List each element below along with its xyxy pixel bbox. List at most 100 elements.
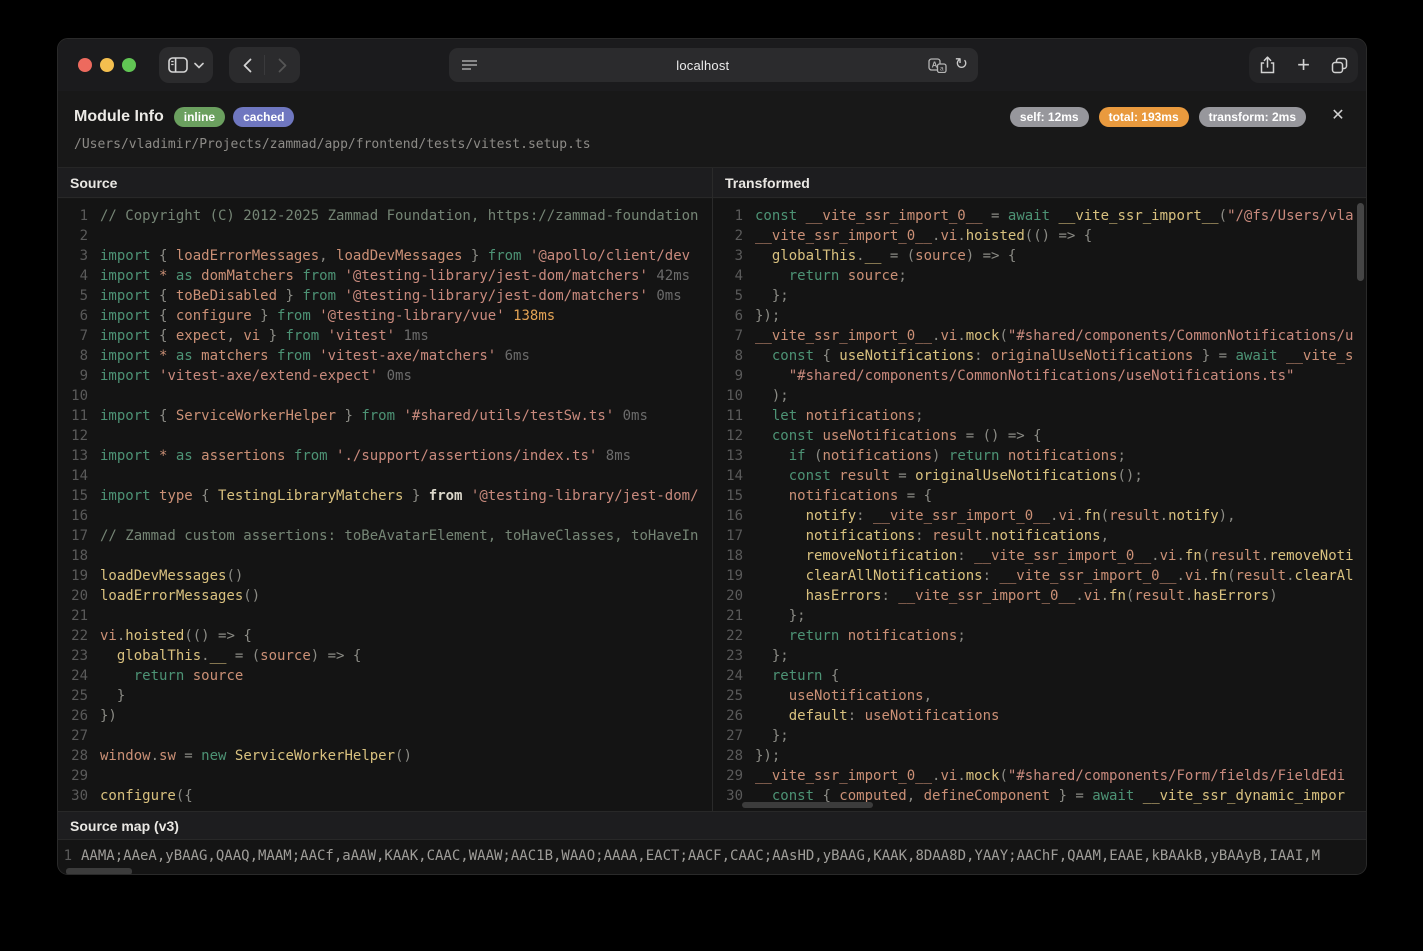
transformed-panel-title: Transformed xyxy=(713,168,1366,198)
sourcemap-mappings: AAMA;AAeA,yBAAG,QAAQ,MAAM;AACf,aAAW,KAAK… xyxy=(81,846,1320,866)
code-panels: Source 1// Copyright (C) 2012-2025 Zamma… xyxy=(58,168,1366,811)
code-line: 8 const { useNotifications: originalUseN… xyxy=(713,346,1366,366)
url-text[interactable]: localhost xyxy=(478,58,928,73)
sourcemap-horizontal-scrollbar[interactable] xyxy=(66,868,132,875)
code-line: 6}); xyxy=(713,306,1366,326)
code-line: 20loadErrorMessages() xyxy=(58,586,712,606)
tabs-overview-button[interactable] xyxy=(1322,57,1358,74)
code-line: 10 ); xyxy=(713,386,1366,406)
transformed-panel: Transformed 1const __vite_ssr_import_0__… xyxy=(712,168,1366,811)
code-line: 17 notifications: result.notifications, xyxy=(713,526,1366,546)
code-line: 19loadDevMessages() xyxy=(58,566,712,586)
transformed-horizontal-scrollbar[interactable] xyxy=(742,802,873,808)
sourcemap-section: Source map (v3) 1 AAMA;AAeA,yBAAG,QAAQ,M… xyxy=(58,811,1366,875)
module-info-header: Module Info inline cached /Users/vladimir… xyxy=(58,91,1366,168)
code-line: 27 }; xyxy=(713,726,1366,746)
code-line: 11 let notifications; xyxy=(713,406,1366,426)
code-line: 15import type { TestingLibraryMatchers }… xyxy=(58,486,712,506)
timing-badge-2: transform: 2ms xyxy=(1199,107,1306,127)
toolbar-right-group: + xyxy=(1249,47,1358,83)
page-title: Module Info xyxy=(74,108,164,126)
timing-badge-1: total: 193ms xyxy=(1099,107,1189,127)
code-line: 9 "#shared/components/CommonNotification… xyxy=(713,366,1366,386)
code-line: 14 const result = originalUseNotificatio… xyxy=(713,466,1366,486)
code-line: 21 }; xyxy=(713,606,1366,626)
code-line: 1const __vite_ssr_import_0__ = await __v… xyxy=(713,206,1366,226)
code-line: 16 xyxy=(58,506,712,526)
code-line: 7import { expect, vi } from 'vitest' 1ms xyxy=(58,326,712,346)
code-line: 28}); xyxy=(713,746,1366,766)
sourcemap-line: 1 AAMA;AAeA,yBAAG,QAAQ,MAAM;AACf,aAAW,KA… xyxy=(58,846,1366,866)
sidebar-toggle-button[interactable] xyxy=(159,47,213,83)
code-line: 23 }; xyxy=(713,646,1366,666)
code-line: 22vi.hoisted(() => { xyxy=(58,626,712,646)
sidebar-icon xyxy=(168,57,188,73)
code-line: 20 hasErrors: __vite_ssr_import_0__.vi.f… xyxy=(713,586,1366,606)
code-line: 12 const useNotifications = () => { xyxy=(713,426,1366,446)
code-line: 26 default: useNotifications xyxy=(713,706,1366,726)
code-line: 11import { ServiceWorkerHelper } from '#… xyxy=(58,406,712,426)
sourcemap-line-number: 1 xyxy=(58,846,72,866)
source-panel-title: Source xyxy=(58,168,712,198)
forward-button[interactable] xyxy=(265,58,299,73)
code-line: 3import { loadErrorMessages, loadDevMess… xyxy=(58,246,712,266)
code-line: 2__vite_ssr_import_0__.vi.hoisted(() => … xyxy=(713,226,1366,246)
code-line: 29__vite_ssr_import_0__.vi.mock("#shared… xyxy=(713,766,1366,786)
code-line: 16 notify: __vite_ssr_import_0__.vi.fn(r… xyxy=(713,506,1366,526)
window-zoom-button[interactable] xyxy=(122,58,136,72)
source-panel: Source 1// Copyright (C) 2012-2025 Zamma… xyxy=(58,168,712,811)
code-line: 28window.sw = new ServiceWorkerHelper() xyxy=(58,746,712,766)
history-nav-group xyxy=(229,47,300,83)
code-line: 22 return notifications; xyxy=(713,626,1366,646)
module-badge-0: inline xyxy=(174,107,225,127)
code-line: 5import { toBeDisabled } from '@testing-… xyxy=(58,286,712,306)
timing-badges: self: 12ms total: 193ms transform: 2ms xyxy=(1010,107,1306,127)
code-line: 4import * as domMatchers from '@testing-… xyxy=(58,266,712,286)
code-line: 18 removeNotification: __vite_ssr_import… xyxy=(713,546,1366,566)
svg-text:A: A xyxy=(931,60,937,69)
browser-toolbar: localhost A a ↻ + xyxy=(58,39,1366,91)
code-line: 4 return source; xyxy=(713,266,1366,286)
window-minimize-button[interactable] xyxy=(100,58,114,72)
code-line: 24 return { xyxy=(713,666,1366,686)
code-line: 23 globalThis.__ = (source) => { xyxy=(58,646,712,666)
source-code-area[interactable]: 1// Copyright (C) 2012-2025 Zammad Found… xyxy=(58,199,712,811)
code-line: 13import * as assertions from './support… xyxy=(58,446,712,466)
code-line: 8import * as matchers from 'vitest-axe/m… xyxy=(58,346,712,366)
transformed-code-area[interactable]: 1const __vite_ssr_import_0__ = await __v… xyxy=(713,199,1366,811)
code-line: 19 clearAllNotifications: __vite_ssr_imp… xyxy=(713,566,1366,586)
close-panel-button[interactable]: ✕ xyxy=(1324,101,1352,129)
translate-icon[interactable]: A a xyxy=(928,58,947,73)
window-close-button[interactable] xyxy=(78,58,92,72)
transformed-vertical-scrollbar[interactable] xyxy=(1357,203,1364,281)
code-line: 1// Copyright (C) 2012-2025 Zammad Found… xyxy=(58,206,712,226)
code-line: 25 useNotifications, xyxy=(713,686,1366,706)
code-line: 30configure({ xyxy=(58,786,712,806)
code-line: 5 }; xyxy=(713,286,1366,306)
new-tab-button[interactable]: + xyxy=(1286,52,1322,78)
code-line: 17// Zammad custom assertions: toBeAvata… xyxy=(58,526,712,546)
code-line: 10 xyxy=(58,386,712,406)
back-button[interactable] xyxy=(230,58,264,73)
code-line: 13 if (notifications) return notificatio… xyxy=(713,446,1366,466)
timing-badge-0: self: 12ms xyxy=(1010,107,1089,127)
reload-button[interactable]: ↻ xyxy=(955,57,968,73)
code-line: 15 notifications = { xyxy=(713,486,1366,506)
code-line: 25 } xyxy=(58,686,712,706)
share-button[interactable] xyxy=(1250,56,1286,74)
svg-text:a: a xyxy=(940,65,944,72)
code-line: 24 return source xyxy=(58,666,712,686)
code-line: 18 xyxy=(58,546,712,566)
address-bar[interactable]: localhost A a ↻ xyxy=(449,48,978,82)
code-line: 6import { configure } from '@testing-lib… xyxy=(58,306,712,326)
code-line: 7__vite_ssr_import_0__.vi.mock("#shared/… xyxy=(713,326,1366,346)
code-line: 3 globalThis.__ = (source) => { xyxy=(713,246,1366,266)
reader-icon[interactable] xyxy=(461,59,478,72)
code-line: 29 xyxy=(58,766,712,786)
module-path: /Users/vladimir/Projects/zammad/app/fron… xyxy=(74,137,591,152)
code-line: 26}) xyxy=(58,706,712,726)
code-line: 27 xyxy=(58,726,712,746)
module-badge-1: cached xyxy=(233,107,294,127)
browser-window: localhost A a ↻ + xyxy=(57,38,1367,875)
code-line: 2 xyxy=(58,226,712,246)
